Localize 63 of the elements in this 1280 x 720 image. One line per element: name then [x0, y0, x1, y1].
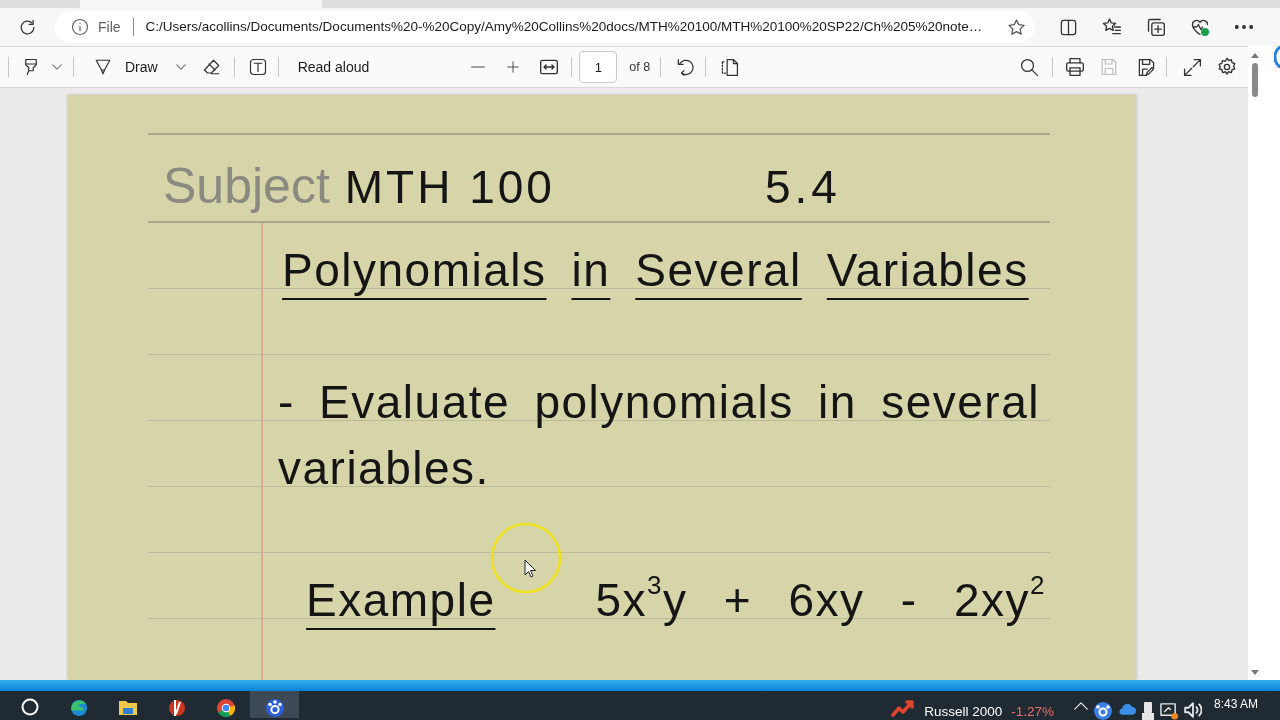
chevron-down-icon [52, 64, 62, 70]
paw-app-icon [1093, 702, 1112, 720]
search-icon [1019, 57, 1039, 77]
cloud-icon [1117, 702, 1136, 715]
device-icon [1141, 702, 1154, 720]
star-list-icon [1102, 17, 1122, 37]
search-icon [20, 698, 39, 716]
fit-width-icon [539, 57, 560, 77]
example-label: Example [306, 573, 496, 628]
heading-word: Variables [826, 243, 1029, 298]
down-arrow-icon [1251, 670, 1259, 675]
section-number: 5.4 [764, 164, 841, 210]
heart-pulse-icon [1190, 17, 1210, 37]
more-icon [1235, 25, 1253, 29]
split-screen-icon [1058, 17, 1078, 37]
page-count-label: of 8 [629, 58, 651, 76]
scheme-label: File [98, 17, 121, 37]
taskbar-app-button[interactable] [250, 691, 299, 718]
info-icon [71, 18, 89, 36]
star-icon [1006, 17, 1026, 37]
folder-icon [117, 698, 138, 718]
plus-icon [506, 60, 521, 74]
page-view-icon [719, 57, 739, 77]
speaker-icon [1183, 702, 1202, 718]
collections-icon [1146, 17, 1166, 37]
swirl-app-icon [68, 698, 89, 718]
url-text: C:/Users/acollins/Documents/Documents%20-%20Copy/Amy%20Collins%20docs/MTH%20100/MTH%20100%20SP22/Ch%205%20note… [145, 17, 983, 36]
draw-button[interactable]: Draw [80, 51, 166, 83]
eraser-icon [202, 58, 221, 76]
highlighter-icon [22, 58, 40, 76]
floppy-pen-icon [1136, 57, 1156, 77]
course-text: MTH 100 [344, 164, 555, 210]
hidden-icons-button[interactable] [1073, 702, 1088, 710]
app-icon [166, 698, 187, 718]
objective-text: - Evaluate polynomials in several variables. [278, 375, 1041, 496]
sidebar-app-icon [1274, 46, 1280, 68]
expand-arrows-icon [1182, 57, 1202, 77]
math-expression: 5x$^{3}$y + 6xy - 2xy$^{2}$ [595, 568, 1046, 628]
cursor-highlight-icon [490, 522, 562, 594]
printer-icon [1065, 57, 1085, 77]
paw-app-icon [264, 698, 285, 718]
minus-icon [471, 66, 486, 68]
page-number-field[interactable]: 1 [579, 51, 618, 83]
read-aloud-button[interactable]: Read aloud [286, 51, 381, 83]
address-bar[interactable]: File C:/Users/acollins/Documents/Documents%20-%20Copy/Amy%20Collins%20docs/MTH%20100/MTH%20100%20SP22/Ch%205%20note… [55, 11, 1035, 43]
display-alert-icon [1159, 702, 1178, 720]
ticker-name[interactable]: Russell 2000 [924, 704, 1003, 720]
chevron-up-icon [1073, 702, 1088, 710]
ring-app-icon [215, 698, 236, 718]
ticker-change: -1.27% [1011, 704, 1054, 720]
rotate-icon [675, 57, 695, 77]
chevron-down-icon [175, 64, 186, 70]
stock-chart-icon [891, 698, 916, 718]
heading-word: in [571, 243, 611, 298]
up-arrow-icon [1251, 53, 1259, 58]
heading-word: Polynomials [282, 243, 547, 298]
gear-icon [1217, 57, 1237, 77]
subject-label: Subject [163, 161, 330, 211]
heading-word: Several [635, 243, 802, 298]
pen-icon [94, 58, 112, 76]
text-box-icon [248, 58, 267, 76]
scrollbar-thumb[interactable] [1252, 63, 1258, 97]
clock-time[interactable]: 8:43 AM [1213, 697, 1258, 711]
